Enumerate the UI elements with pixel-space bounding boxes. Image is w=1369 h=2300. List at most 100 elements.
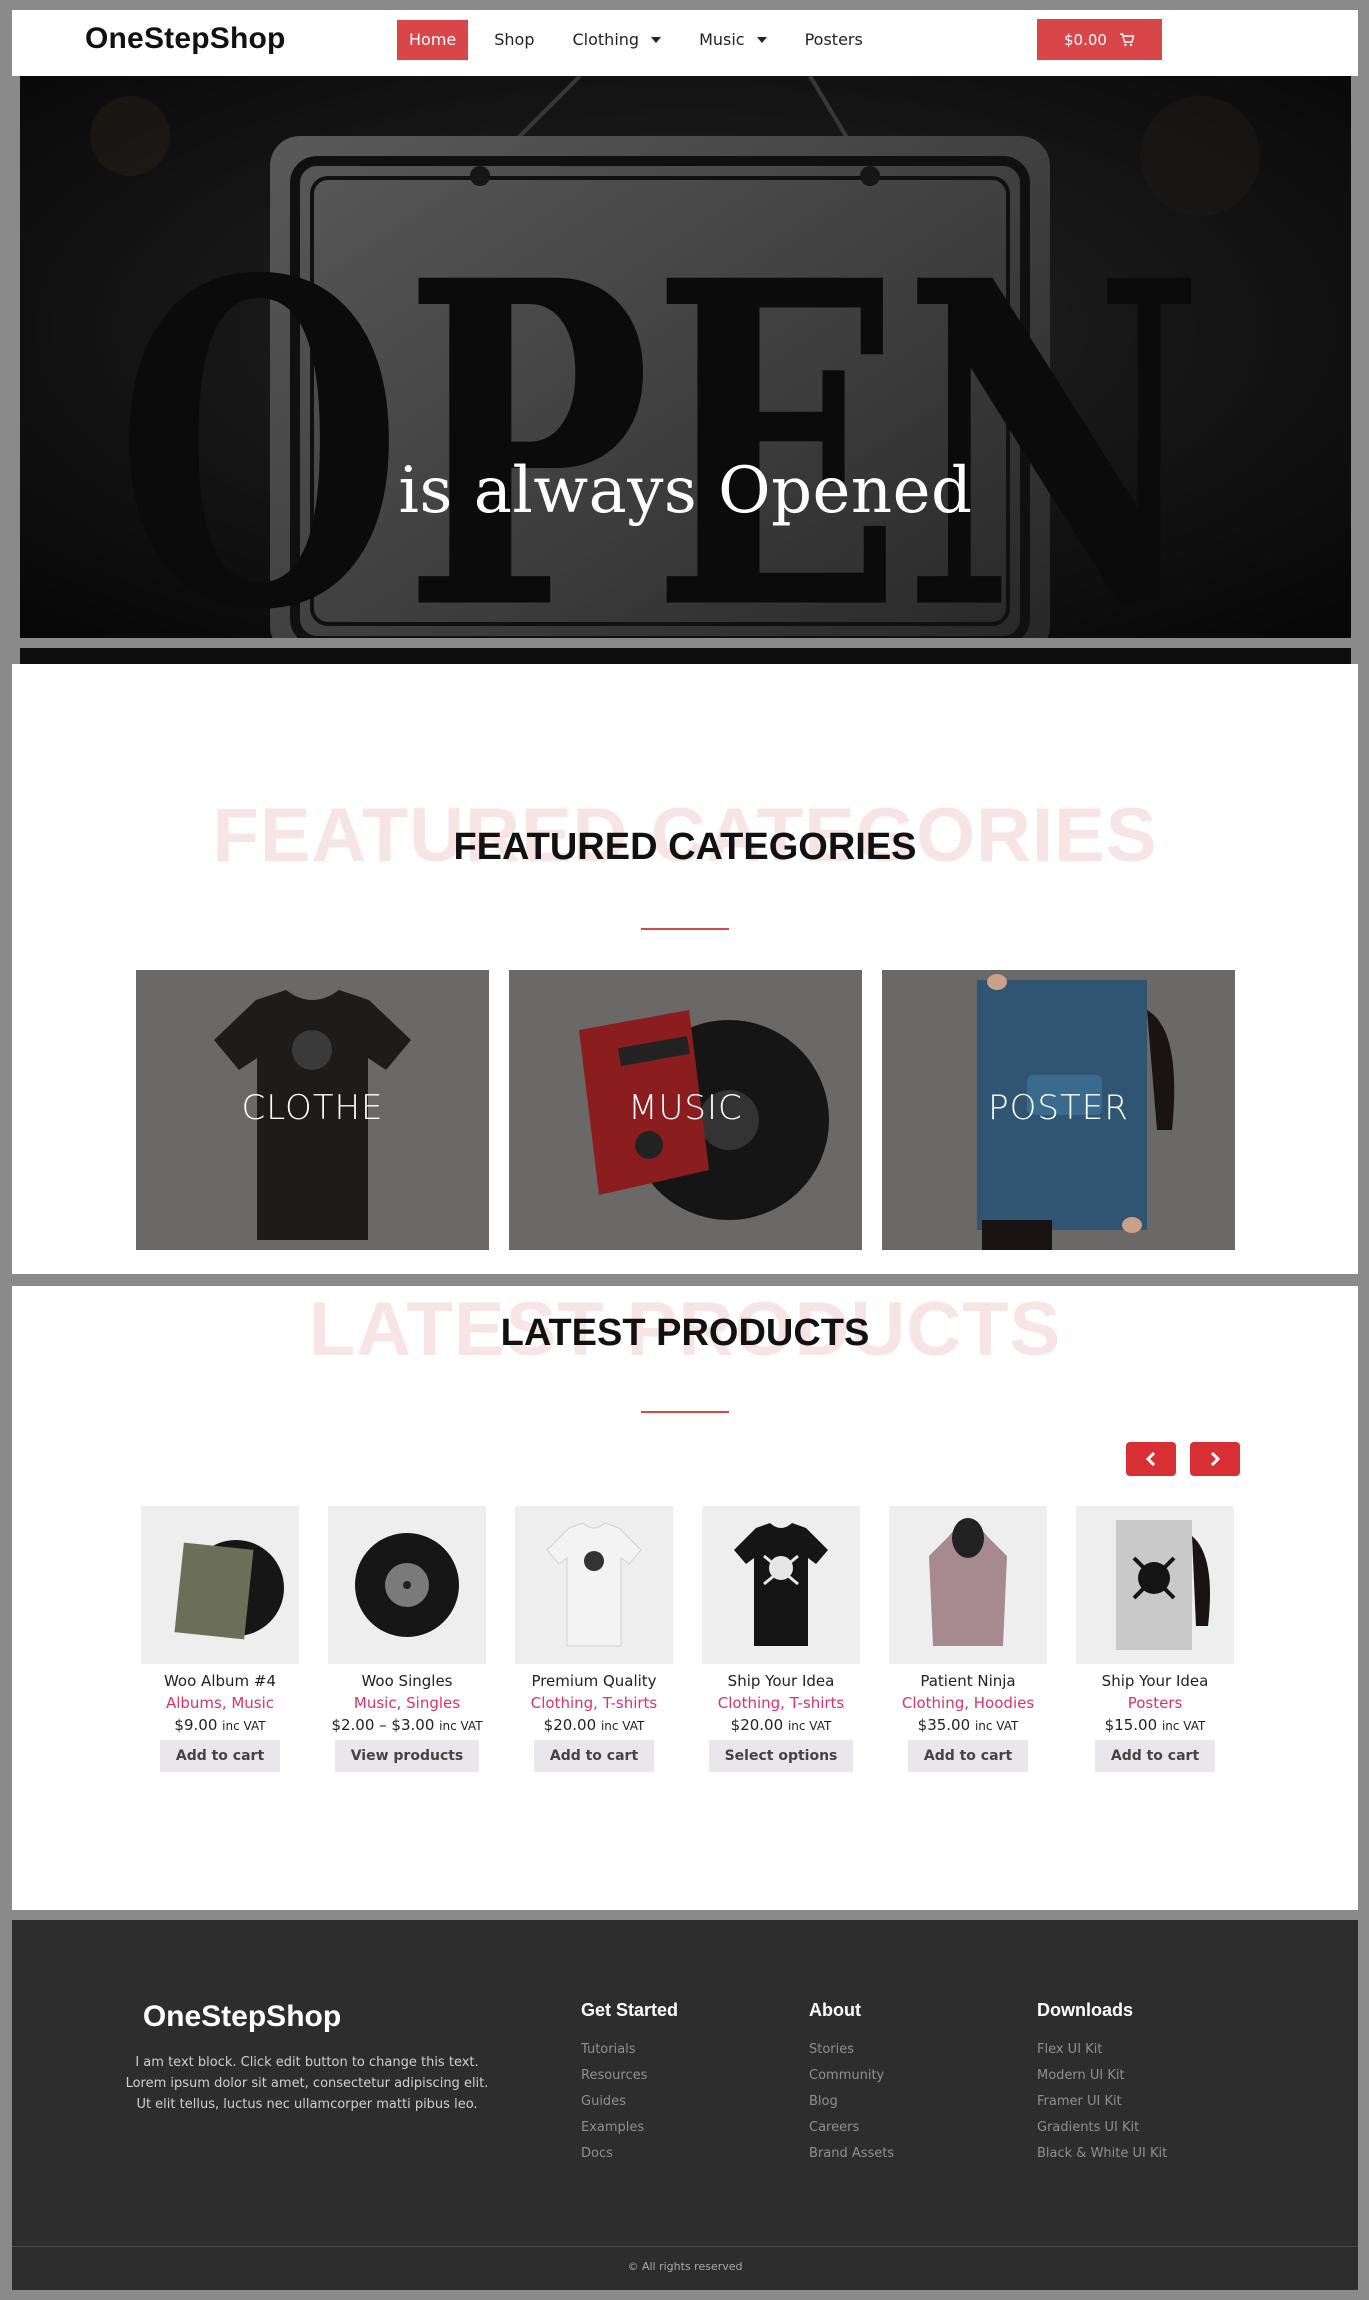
price-value: $9.00: [174, 1716, 218, 1734]
category-label: MUSIC: [628, 1088, 743, 1128]
product-price: $9.00 inc VAT: [141, 1716, 299, 1734]
product-card: Premium Quality Clothing, T-shirts $20.0…: [515, 1506, 673, 1772]
product-categories[interactable]: Music, Singles: [328, 1694, 486, 1712]
nav-item-music[interactable]: Music: [687, 20, 779, 60]
add-to-cart-button[interactable]: Add to cart: [533, 1740, 655, 1772]
price-tax-note: inc VAT: [600, 1719, 645, 1733]
featured-title: FEATURED CATEGORIES: [453, 826, 917, 868]
footer-link[interactable]: Docs: [581, 2141, 678, 2167]
product-name[interactable]: Woo Singles: [328, 1672, 486, 1690]
footer-link[interactable]: Gradients UI Kit: [1037, 2115, 1167, 2141]
product-price: $20.00 inc VAT: [515, 1716, 673, 1734]
price-tax-note: inc VAT: [439, 1719, 483, 1733]
product-categories[interactable]: Albums, Music: [141, 1694, 299, 1712]
carousel-prev-button[interactable]: [1126, 1442, 1176, 1476]
price-value: $35.00: [917, 1716, 971, 1734]
nav-item-clothing[interactable]: Clothing: [561, 20, 674, 60]
price-value: $20.00: [730, 1716, 784, 1734]
category-label: CLOTHE: [241, 1088, 384, 1128]
product-image[interactable]: [702, 1506, 860, 1664]
footer-logo[interactable]: OneStepShop: [92, 2000, 392, 2034]
category-label: POSTER: [988, 1088, 1129, 1128]
category-card-clothe[interactable]: CLOTHE: [136, 970, 489, 1250]
title-underline: [641, 928, 729, 930]
category-card-music[interactable]: MUSIC: [509, 970, 862, 1250]
carousel-next-button[interactable]: [1190, 1442, 1240, 1476]
chevron-right-icon: [1210, 1452, 1221, 1466]
hero-open-sign-image: OPEN: [20, 76, 1351, 638]
footer-divider: [12, 2246, 1358, 2247]
product-name[interactable]: Patient Ninja: [889, 1672, 1047, 1690]
main-nav: Home Shop Clothing Music Posters: [397, 20, 889, 60]
footer-link[interactable]: Flex UI Kit: [1037, 2037, 1167, 2063]
add-to-cart-button[interactable]: Add to cart: [159, 1740, 281, 1772]
footer-link[interactable]: Community: [809, 2063, 894, 2089]
product-name[interactable]: Premium Quality: [515, 1672, 673, 1690]
cart-total: $0.00: [1064, 30, 1107, 49]
product-categories[interactable]: Clothing, T-shirts: [515, 1694, 673, 1712]
price-tax-note: inc VAT: [1161, 1719, 1206, 1733]
product-card: Woo Singles Music, Singles $2.00 – $3.00…: [328, 1506, 486, 1772]
product-image[interactable]: [141, 1506, 299, 1664]
product-name[interactable]: Ship Your Idea: [1076, 1672, 1234, 1690]
product-price: $2.00 – $3.00 inc VAT: [328, 1716, 486, 1734]
product-name[interactable]: Woo Album #4: [141, 1672, 299, 1690]
product-price: $35.00 inc VAT: [889, 1716, 1047, 1734]
footer-link[interactable]: Blog: [809, 2089, 894, 2115]
footer-link[interactable]: Tutorials: [581, 2037, 678, 2063]
footer-link[interactable]: Guides: [581, 2089, 678, 2115]
footer-column-title: About: [809, 2000, 861, 2020]
product-price: $20.00 inc VAT: [702, 1716, 860, 1734]
footer-link[interactable]: Examples: [581, 2115, 678, 2141]
product-categories[interactable]: Clothing, T-shirts: [702, 1694, 860, 1712]
price-value: $2.00 – $3.00: [331, 1716, 435, 1734]
section-divider: [12, 1274, 1358, 1286]
hero-bottom-strip: [20, 648, 1351, 664]
nav-item-shop[interactable]: Shop: [482, 20, 546, 60]
footer-link[interactable]: Careers: [809, 2115, 894, 2141]
latest-products-section: LATEST PRODUCTS LATEST PRODUCTS Woo Albu…: [12, 1286, 1358, 1910]
hero-title: is always Opened: [398, 454, 973, 528]
site-logo[interactable]: OneStepShop: [85, 22, 286, 56]
footer-link[interactable]: Modern UI Kit: [1037, 2063, 1167, 2089]
footer-column-about: About Stories Community Blog Careers Bra…: [809, 2000, 894, 2167]
select-options-button[interactable]: Select options: [708, 1740, 854, 1772]
footer-link[interactable]: Brand Assets: [809, 2141, 894, 2167]
nav-item-home[interactable]: Home: [397, 20, 469, 60]
add-to-cart-button[interactable]: Add to cart: [1094, 1740, 1216, 1772]
nav-item-label: Home: [409, 30, 457, 49]
price-value: $20.00: [543, 1716, 597, 1734]
latest-title: LATEST PRODUCTS: [500, 1312, 870, 1354]
product-image[interactable]: [515, 1506, 673, 1664]
product-image[interactable]: [1076, 1506, 1234, 1664]
nav-item-posters[interactable]: Posters: [793, 20, 875, 60]
product-card: Ship Your Idea Clothing, T-shirts $20.00…: [702, 1506, 860, 1772]
cart-button[interactable]: $0.00: [1037, 19, 1162, 60]
footer-column-title: Downloads: [1037, 2000, 1134, 2020]
site-header: OneStepShop Home Shop Clothing Music Pos…: [12, 10, 1358, 76]
product-image[interactable]: [328, 1506, 486, 1664]
copyright-text: © All rights reserved: [627, 2260, 743, 2273]
site-footer: OneStepShop I am text block. Click edit …: [12, 1920, 1358, 2290]
product-name[interactable]: Ship Your Idea: [702, 1672, 860, 1690]
product-categories[interactable]: Posters: [1076, 1694, 1234, 1712]
footer-link[interactable]: Resources: [581, 2063, 678, 2089]
price-value: $15.00: [1104, 1716, 1158, 1734]
price-tax-note: inc VAT: [787, 1719, 832, 1733]
price-tax-note: inc VAT: [974, 1719, 1019, 1733]
footer-column-title: Get Started: [581, 2000, 679, 2020]
add-to-cart-button[interactable]: Add to cart: [907, 1740, 1029, 1772]
hero-banner: OPEN is always Opened: [20, 76, 1351, 638]
footer-link[interactable]: Stories: [809, 2037, 894, 2063]
footer-link[interactable]: Framer UI Kit: [1037, 2089, 1167, 2115]
product-image[interactable]: [889, 1506, 1047, 1664]
footer-description: I am text block. Click edit button to ch…: [125, 2055, 489, 2112]
featured-categories-section: FEATURED CATEGORIES FEATURED CATEGORIES …: [12, 664, 1358, 1274]
view-products-button[interactable]: View products: [334, 1740, 480, 1772]
product-categories[interactable]: Clothing, Hoodies: [889, 1694, 1047, 1712]
product-price: $15.00 inc VAT: [1076, 1716, 1234, 1734]
price-tax-note: inc VAT: [222, 1719, 266, 1733]
footer-link[interactable]: Black & White UI Kit: [1037, 2141, 1167, 2167]
category-card-poster[interactable]: POSTER: [882, 970, 1235, 1250]
nav-item-label: Shop: [494, 30, 535, 49]
